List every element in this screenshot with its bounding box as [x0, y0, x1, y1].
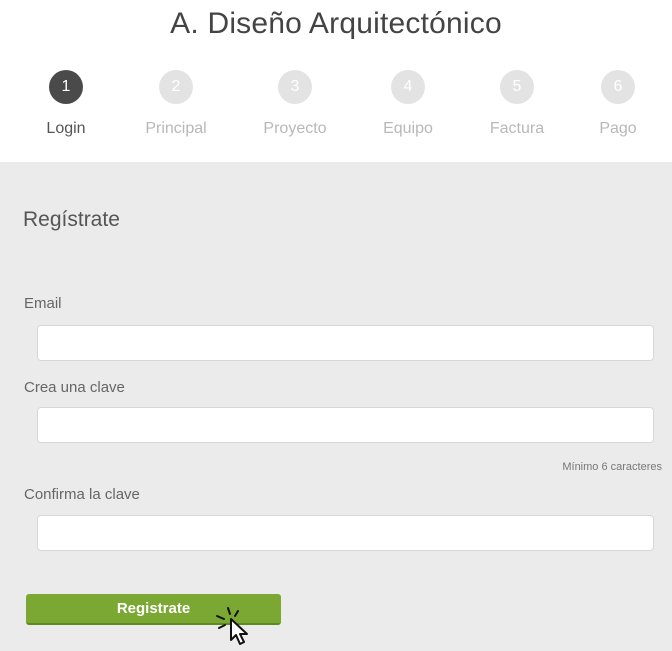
step-pago[interactable]: 6 Pago	[563, 70, 672, 138]
page-title: A. Diseño Arquitectónico	[170, 7, 502, 40]
step-number-badge: 3	[278, 70, 312, 104]
form-heading: Regístrate	[23, 208, 120, 231]
step-label: Equipo	[383, 120, 433, 137]
password-hint: Mínimo 6 caracteres	[562, 461, 662, 473]
step-number-badge: 5	[500, 70, 534, 104]
step-number-badge: 2	[159, 70, 193, 104]
confirm-password-label: Confirma la clave	[24, 486, 140, 503]
step-label: Proyecto	[263, 120, 327, 137]
step-number-badge: 1	[49, 70, 83, 104]
step-equipo[interactable]: 4 Equipo	[353, 70, 463, 138]
step-label: Login	[46, 120, 86, 137]
progress-stepper: 1 Login 2 Principal 3 Proyecto 4 Equipo …	[0, 70, 672, 150]
step-label: Principal	[145, 120, 207, 137]
step-number-badge: 6	[601, 70, 635, 104]
step-label: Pago	[599, 120, 637, 137]
step-factura[interactable]: 5 Factura	[462, 70, 572, 138]
step-principal[interactable]: 2 Principal	[121, 70, 231, 138]
step-label: Factura	[489, 120, 545, 137]
confirm-password-field[interactable]	[37, 515, 654, 551]
step-number-badge: 4	[391, 70, 425, 104]
step-proyecto[interactable]: 3 Proyecto	[240, 70, 350, 138]
password-label: Crea una clave	[24, 379, 125, 396]
password-field[interactable]	[37, 407, 654, 443]
email-label: Email	[24, 295, 62, 312]
pointer-hand-click-icon	[216, 607, 248, 645]
step-login[interactable]: 1 Login	[11, 70, 121, 138]
registration-page: A. Diseño Arquitectónico 1 Login 2 Princ…	[0, 0, 672, 651]
registration-form: Regístrate Email Crea una clave Mínimo 6…	[0, 162, 672, 651]
email-field[interactable]	[37, 325, 654, 361]
